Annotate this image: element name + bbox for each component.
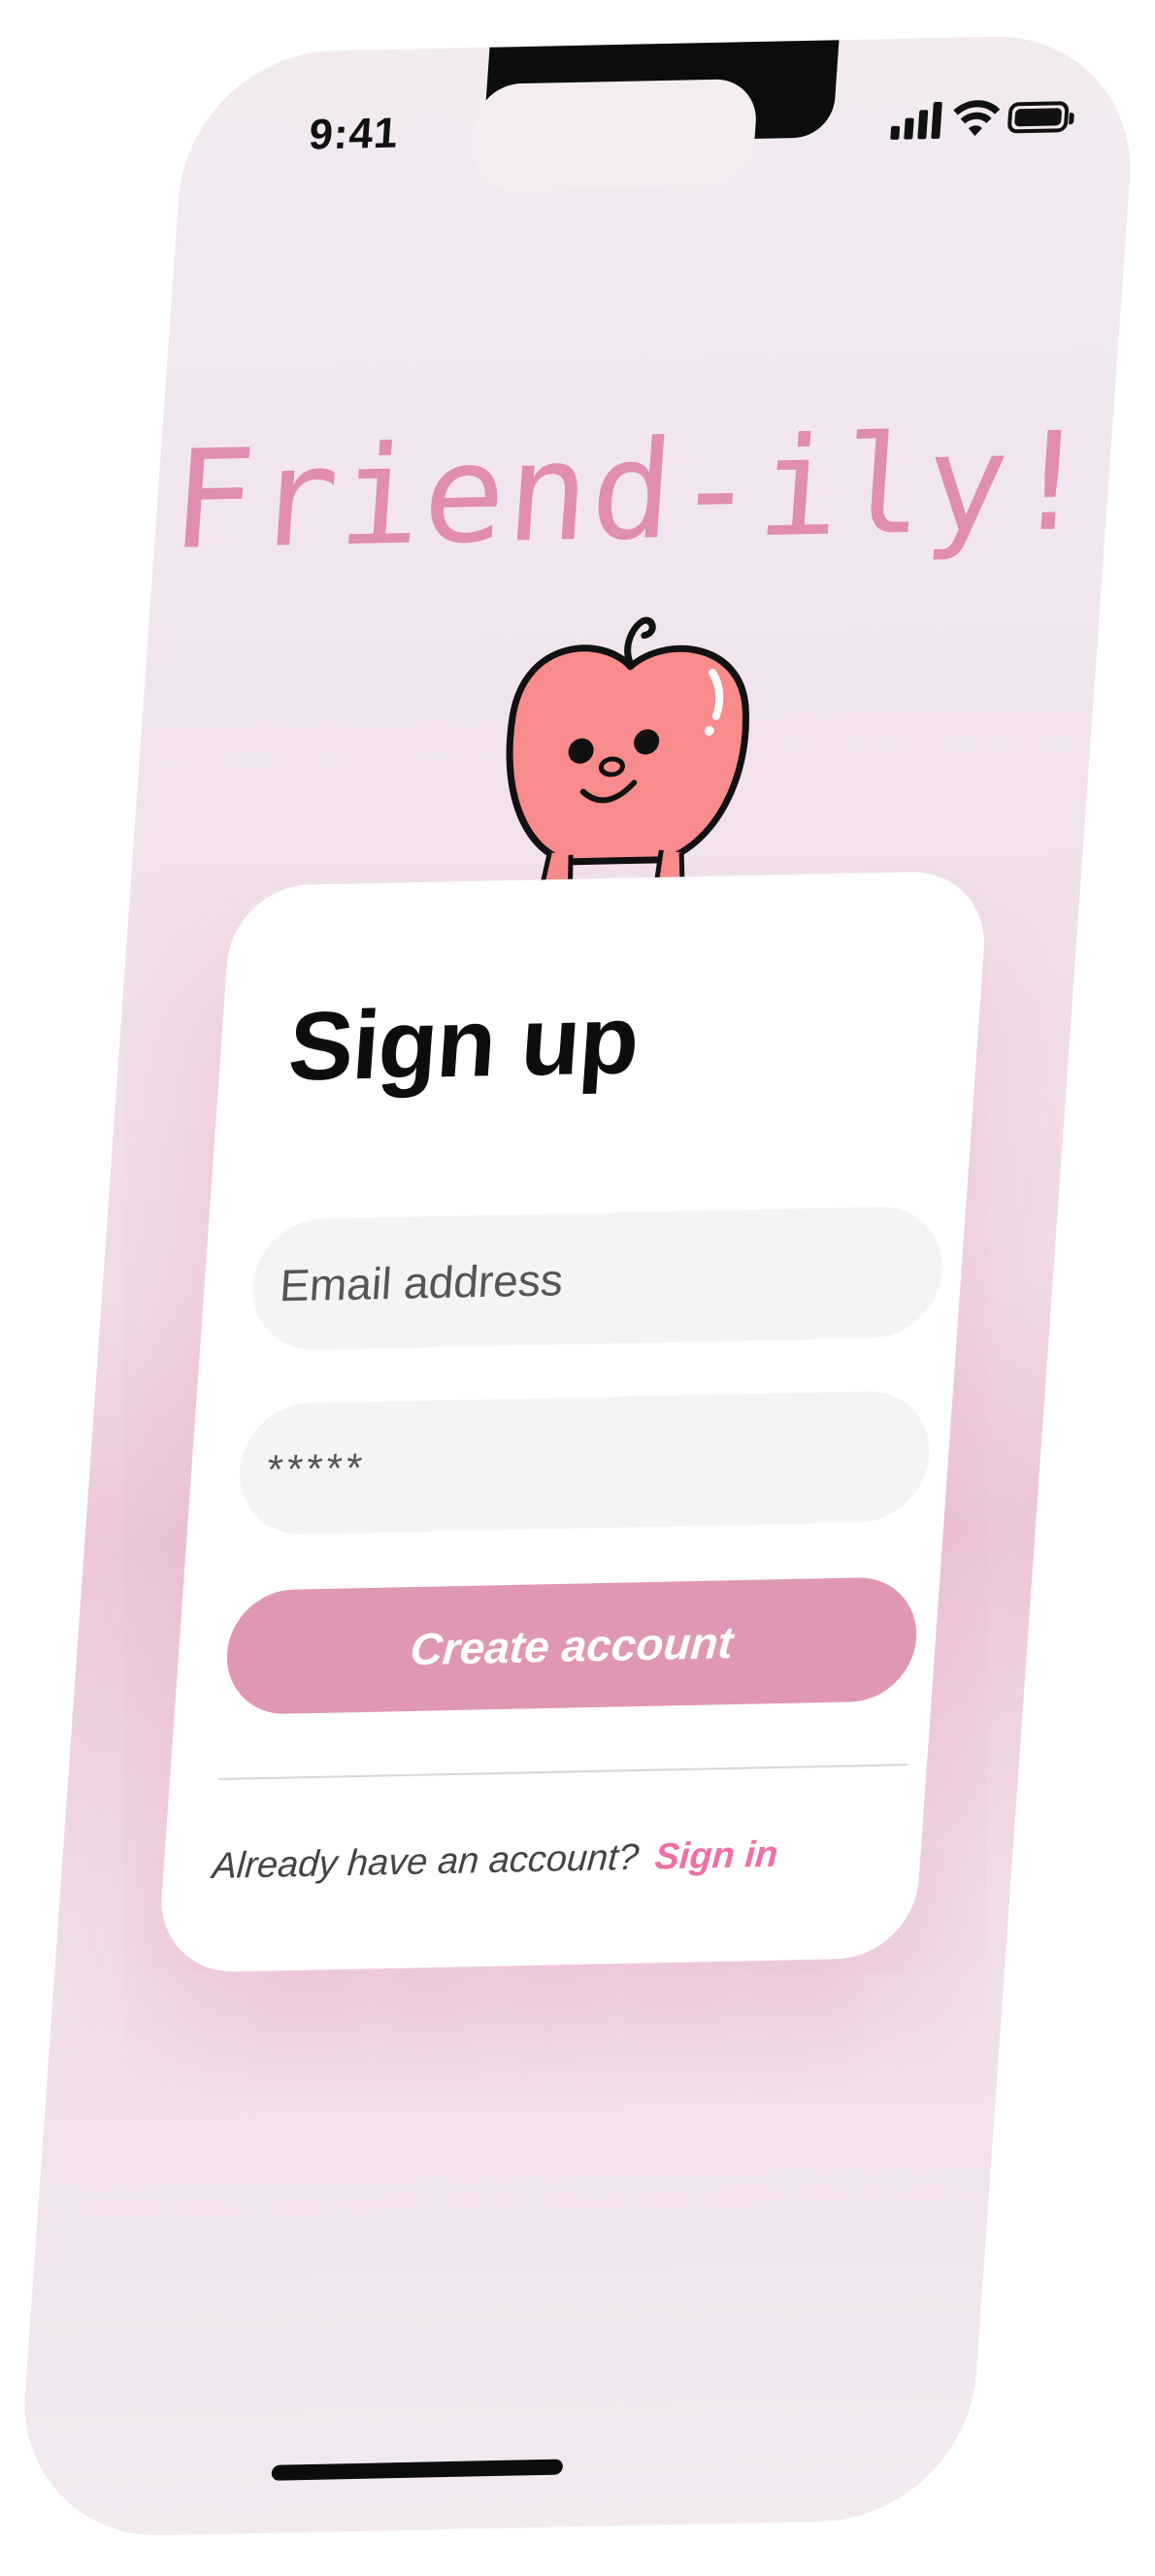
- signin-link[interactable]: Sign in: [653, 1834, 779, 1878]
- signup-heading: Sign up: [284, 985, 643, 1102]
- email-field[interactable]: [248, 1205, 947, 1352]
- dynamic-island: [470, 78, 759, 191]
- status-icons: [890, 91, 1077, 144]
- phone-frame: 9:41 Friend-ily! Sign up Email address *…: [15, 33, 1140, 2539]
- screen: 9:41 Friend-ily! Sign up Email address *…: [0, 0, 1155, 2576]
- status-time: 9:41: [307, 109, 401, 159]
- signin-prompt-text: Already have an account?: [211, 1836, 641, 1888]
- wifi-icon: [953, 100, 1001, 137]
- home-indicator[interactable]: [271, 2459, 564, 2481]
- password-field[interactable]: [235, 1390, 934, 1536]
- signin-prompt: Already have an account? Sign in: [211, 1834, 779, 1888]
- divider: [217, 1764, 908, 1781]
- battery-icon: [1006, 101, 1074, 134]
- create-account-button[interactable]: Create account: [222, 1576, 921, 1716]
- app-title: Friend-ily!: [166, 403, 1100, 580]
- signal-icon: [890, 101, 943, 140]
- signup-card: Sign up Create account Already have an a…: [156, 870, 990, 1974]
